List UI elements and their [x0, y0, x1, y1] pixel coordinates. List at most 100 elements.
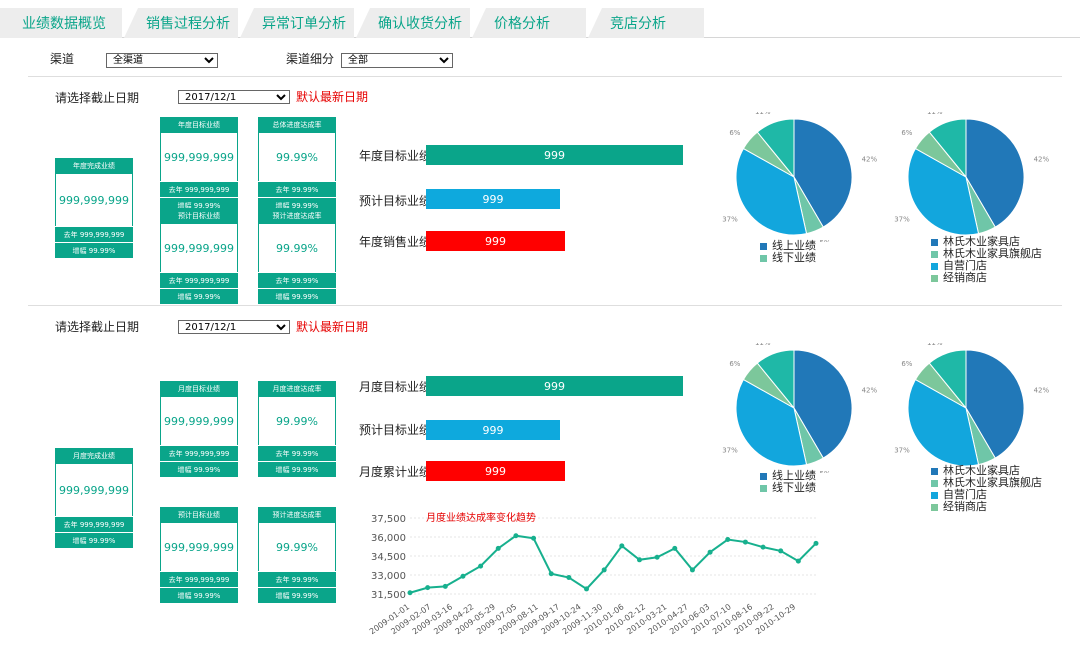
- bar-label: 预计目标业绩: [359, 194, 432, 208]
- series-line: [409, 534, 817, 594]
- pie-slice-label: 6%: [901, 129, 912, 137]
- y-tick-label: 37,500: [371, 514, 406, 525]
- card-value: 999,999,999: [160, 397, 238, 445]
- pie-legend-store: 林氏木业家具店 林氏木业家具旗舰店 自营门店 经销商店: [931, 236, 1042, 284]
- tab-bar: 业绩数据概览 销售过程分析 异常订单分析 确认收货分析 价格分析 竞店分析: [0, 0, 1080, 38]
- data-point: [513, 533, 519, 539]
- y-tick-label: 36,000: [371, 533, 406, 544]
- data-point: [707, 549, 713, 555]
- card-last-year: 去年 999,999,999: [160, 571, 238, 587]
- monthly-trend-line-chart: 31,500 33,000 34,500 36,000 37,500 月度业绩达成率变化趋…: [368, 511, 819, 636]
- pie-slice-label: 6%: [901, 360, 912, 368]
- forecast-target-bar: 999: [426, 420, 560, 440]
- pie-legend-channel: 线上业绩 线下业绩: [760, 470, 816, 494]
- card-last-year: 去年 999,999,999: [160, 272, 238, 288]
- card-title: 年度目标业绩: [160, 117, 238, 133]
- monthly-progress-card: 月度进度达成率 99.99% 去年 99.99% 增幅 99.99%: [258, 381, 336, 477]
- pie-slice-label: 5%: [820, 239, 831, 242]
- overall-progress-card: 总体进度达成率 99.99% 去年 99.99% 增幅 99.99%: [258, 117, 336, 213]
- data-point: [672, 545, 678, 551]
- forecast-target-card: 预计目标业绩 999,999,999 去年 999,999,999 增幅 99.…: [160, 208, 238, 304]
- monthly-completed-card: 月度完成业绩 999,999,999 去年 999,999,999 增幅 99.…: [55, 448, 133, 548]
- pie-slice-label: 11%: [927, 112, 943, 116]
- monthly-target-card: 月度目标业绩 999,999,999 去年 999,999,999 增幅 99.…: [160, 381, 238, 477]
- date-select[interactable]: 2017/12/1: [178, 320, 290, 334]
- date-select[interactable]: 2017/12/1: [178, 90, 290, 104]
- card-growth: 增幅 99.99%: [160, 461, 238, 477]
- forecast-target-bar: 999: [426, 189, 560, 209]
- annual-completed-card: 年度完成业绩 999,999,999 去年 999,999,999 增幅 99.…: [55, 158, 133, 258]
- data-point: [566, 575, 572, 581]
- card-last-year: 去年 99.99%: [258, 181, 336, 197]
- annual-target-bar: 999: [426, 145, 683, 165]
- store-pie-chart: 42%5%37%6%11%: [894, 343, 1049, 473]
- legend-item: 经销商店: [931, 272, 1042, 284]
- pie-slice-label: 5%: [820, 470, 831, 473]
- annual-target-card: 年度目标业绩 999,999,999 去年 999,999,999 增幅 99.…: [160, 117, 238, 213]
- card-last-year: 去年 999,999,999: [160, 445, 238, 461]
- divider: [28, 305, 1062, 306]
- pie-slice-label: 11%: [755, 112, 771, 116]
- divider: [28, 76, 1062, 77]
- data-point: [460, 573, 466, 579]
- tab-receipt-confirmation[interactable]: 确认收货分析: [356, 8, 470, 38]
- card-title: 预计目标业绩: [160, 208, 238, 224]
- card-title: 月度完成业绩: [55, 448, 133, 464]
- pie-slice-label: 42%: [862, 156, 878, 164]
- card-growth: 增幅 99.99%: [55, 532, 133, 548]
- data-point: [531, 535, 537, 541]
- card-title: 预计进度达成率: [258, 208, 336, 224]
- pie-slice-label: 42%: [1034, 156, 1050, 164]
- card-title: 预计进度达成率: [258, 507, 336, 523]
- monthly-target-bar: 999: [426, 376, 683, 396]
- date-label: 请选择截止日期: [55, 320, 140, 334]
- legend-item: 线下业绩: [760, 252, 816, 264]
- subchannel-select[interactable]: 全部: [341, 53, 453, 68]
- pie-slice-label: 37%: [894, 216, 910, 224]
- data-point: [478, 563, 484, 569]
- tab-price-analysis[interactable]: 价格分析: [472, 8, 586, 38]
- bar-label: 年度目标业绩: [359, 149, 432, 163]
- bar-label: 月度目标业绩: [359, 380, 432, 394]
- pie-legend-store: 林氏木业家具店 林氏木业家具旗舰店 自营门店 经销商店: [931, 465, 1042, 513]
- channel-select[interactable]: 全渠道: [106, 53, 218, 68]
- tab-performance-overview[interactable]: 业绩数据概览: [0, 8, 122, 38]
- data-point: [425, 585, 431, 591]
- tab-competitor-analysis[interactable]: 竞店分析: [588, 8, 704, 38]
- card-last-year: 去年 999,999,999: [160, 181, 238, 197]
- bar-label: 月度累计业绩: [359, 465, 432, 479]
- tab-abnormal-orders[interactable]: 异常订单分析: [240, 8, 354, 38]
- forecast-progress-card: 预计进度达成率 99.99% 去年 99.99% 增幅 99.99%: [258, 208, 336, 304]
- card-title: 月度进度达成率: [258, 381, 336, 397]
- data-point: [548, 571, 554, 577]
- bar-label: 预计目标业绩: [359, 423, 432, 437]
- card-growth: 增幅 99.99%: [258, 461, 336, 477]
- subchannel-label: 渠道细分: [286, 52, 335, 66]
- card-value: 99.99%: [258, 523, 336, 571]
- data-point: [619, 543, 625, 549]
- tab-sales-process[interactable]: 销售过程分析: [124, 8, 238, 38]
- card-value: 999,999,999: [55, 464, 133, 516]
- pie-slice-label: 6%: [729, 360, 740, 368]
- card-value: 999,999,999: [55, 174, 133, 226]
- data-point: [725, 537, 731, 543]
- card-growth: 增幅 99.99%: [258, 288, 336, 304]
- card-last-year: 去年 999,999,999: [55, 226, 133, 242]
- data-point: [760, 544, 766, 550]
- card-last-year: 去年 99.99%: [258, 445, 336, 461]
- card-value: 99.99%: [258, 224, 336, 272]
- card-last-year: 去年 99.99%: [258, 272, 336, 288]
- date-label: 请选择截止日期: [55, 91, 140, 105]
- monthly-cumulative-bar: 999: [426, 461, 565, 481]
- card-title: 预计目标业绩: [160, 507, 238, 523]
- data-point: [442, 583, 448, 589]
- card-title: 年度完成业绩: [55, 158, 133, 174]
- data-point: [795, 558, 801, 564]
- card-last-year: 去年 999,999,999: [55, 516, 133, 532]
- online-offline-pie-chart: 42% 5% 37% 6% 11%: [722, 343, 877, 473]
- forecast-progress-card: 预计进度达成率 99.99% 去年 99.99% 增幅 99.99%: [258, 507, 336, 603]
- card-title: 月度目标业绩: [160, 381, 238, 397]
- default-date-note: 默认最新日期: [296, 90, 369, 104]
- card-value: 999,999,999: [160, 523, 238, 571]
- default-date-note: 默认最新日期: [296, 320, 369, 334]
